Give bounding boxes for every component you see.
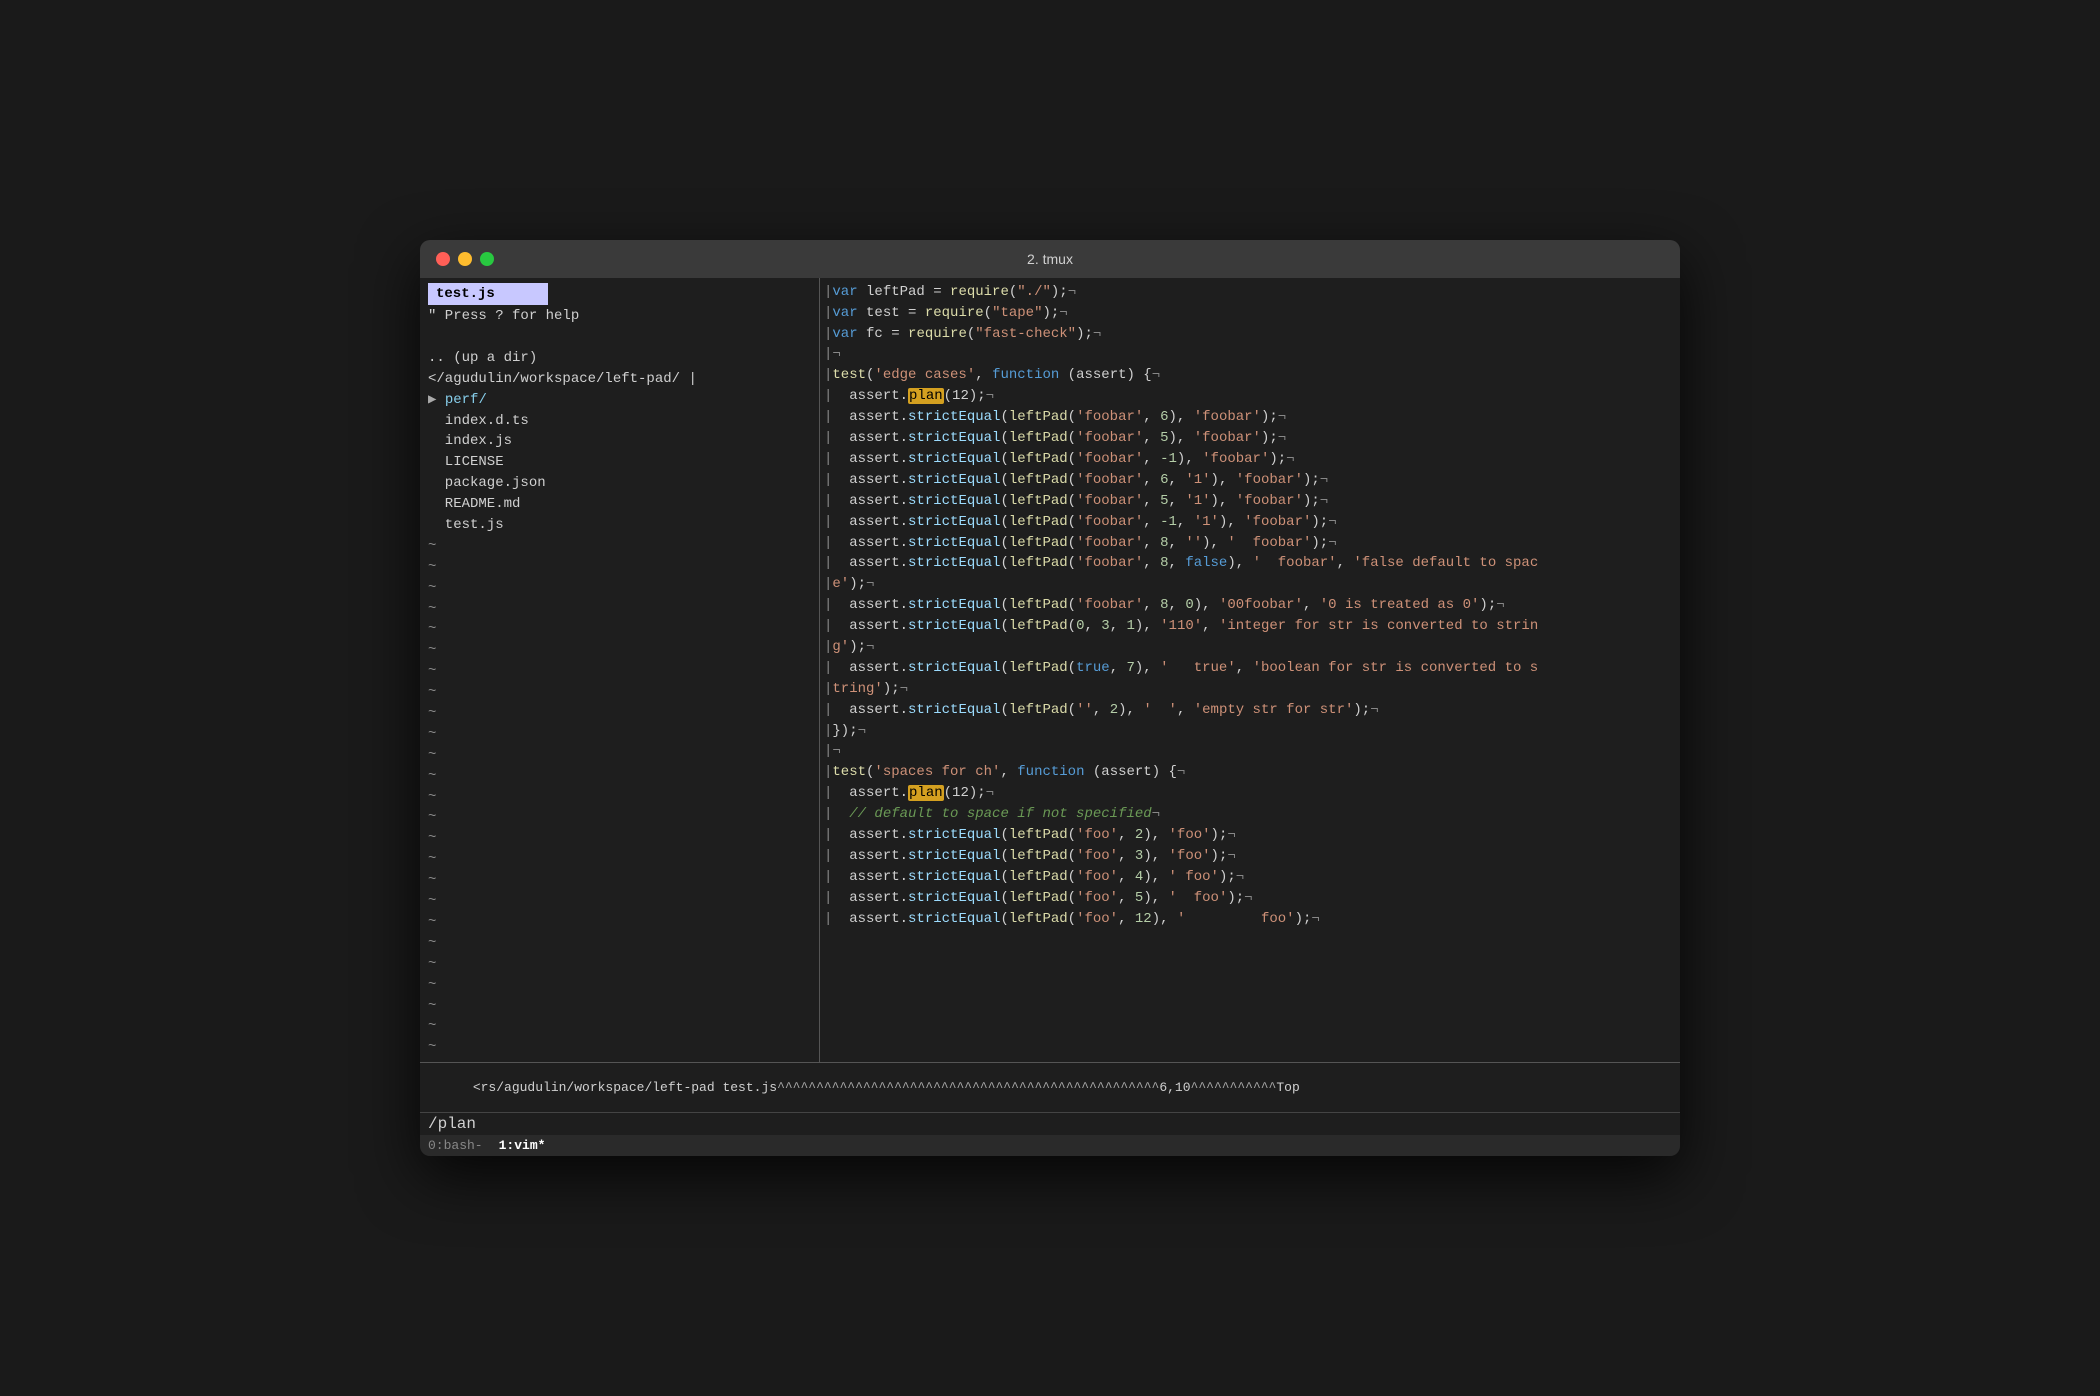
- code-line-1: |var leftPad = require("./");¬: [820, 282, 1680, 303]
- terminal-body: test.js " Press ? for help .. (up a dir)…: [420, 278, 1680, 1062]
- code-line-20: |¬: [820, 741, 1680, 762]
- tilde-25: ~: [420, 1037, 819, 1058]
- code-line-10: | assert.strictEqual(leftPad('foobar', 6…: [820, 470, 1680, 491]
- code-line-21: |test('spaces for ch', function (assert)…: [820, 762, 1680, 783]
- code-line-17b: |tring');¬: [820, 679, 1680, 700]
- tilde-6: ~: [420, 640, 819, 661]
- help-line: " Press ? for help: [420, 306, 819, 327]
- code-line-14: | assert.strictEqual(leftPad('foobar', 8…: [820, 553, 1680, 574]
- window-title: 2. tmux: [1027, 251, 1073, 267]
- tab-bash[interactable]: 0:bash-: [428, 1138, 483, 1153]
- code-line-25: | assert.strictEqual(leftPad('foo', 3), …: [820, 846, 1680, 867]
- status-bar: <rs/agudulin/workspace/left-pad test.js^…: [420, 1062, 1680, 1112]
- code-line-16: | assert.strictEqual(leftPad(0, 3, 1), '…: [820, 616, 1680, 637]
- close-button[interactable]: [436, 252, 450, 266]
- tilde-19: ~: [420, 912, 819, 933]
- code-line-15: | assert.strictEqual(leftPad('foobar', 8…: [820, 595, 1680, 616]
- current-dir: </agudulin/workspace/left-pad/ |: [420, 369, 819, 390]
- left-pane-header: test.js: [428, 283, 548, 305]
- tilde-20: ~: [420, 933, 819, 954]
- code-line-8: | assert.strictEqual(leftPad('foobar', 5…: [820, 428, 1680, 449]
- file-readme[interactable]: README.md: [420, 494, 819, 515]
- code-line-23: | // default to space if not specified¬: [820, 804, 1680, 825]
- code-line-28: | assert.strictEqual(leftPad('foo', 12),…: [820, 909, 1680, 930]
- dir-perf[interactable]: ▶ perf/: [420, 390, 819, 411]
- command-line[interactable]: /plan: [428, 1115, 476, 1133]
- file-index-dts[interactable]: index.d.ts: [420, 411, 819, 432]
- tab-vim[interactable]: 1:vim*: [499, 1138, 546, 1153]
- code-line-26: | assert.strictEqual(leftPad('foo', 4), …: [820, 867, 1680, 888]
- tilde-18: ~: [420, 891, 819, 912]
- traffic-lights: [436, 252, 494, 266]
- tilde-10: ~: [420, 724, 819, 745]
- tilde-14: ~: [420, 807, 819, 828]
- tilde-5: ~: [420, 619, 819, 640]
- tilde-13: ~: [420, 787, 819, 808]
- file-test-js[interactable]: test.js: [420, 515, 819, 536]
- code-line-27: | assert.strictEqual(leftPad('foo', 5), …: [820, 888, 1680, 909]
- tilde-22: ~: [420, 975, 819, 996]
- parent-dir[interactable]: .. (up a dir): [420, 348, 819, 369]
- tilde-21: ~: [420, 954, 819, 975]
- code-line-9: | assert.strictEqual(leftPad('foobar', -…: [820, 449, 1680, 470]
- tilde-15: ~: [420, 828, 819, 849]
- tilde-24: ~: [420, 1016, 819, 1037]
- tilde-3: ~: [420, 578, 819, 599]
- file-index-js[interactable]: index.js: [420, 431, 819, 452]
- file-license[interactable]: LICENSE: [420, 452, 819, 473]
- code-line-17: | assert.strictEqual(leftPad(true, 7), '…: [820, 658, 1680, 679]
- tilde-1: ~: [420, 536, 819, 557]
- code-line-4: |¬: [820, 344, 1680, 365]
- file-package-json[interactable]: package.json: [420, 473, 819, 494]
- empty-line-1: [420, 327, 819, 348]
- tilde-17: ~: [420, 870, 819, 891]
- code-line-5: |test('edge cases', function (assert) {¬: [820, 365, 1680, 386]
- code-line-24: | assert.strictEqual(leftPad('foo', 2), …: [820, 825, 1680, 846]
- fullscreen-button[interactable]: [480, 252, 494, 266]
- code-line-18: | assert.strictEqual(leftPad('', 2), ' '…: [820, 700, 1680, 721]
- code-line-16b: |g');¬: [820, 637, 1680, 658]
- tilde-2: ~: [420, 557, 819, 578]
- tilde-9: ~: [420, 703, 819, 724]
- status-bar-text: <rs/agudulin/workspace/left-pad test.js^…: [473, 1080, 1300, 1095]
- code-line-6: | assert.plan(12);¬: [820, 386, 1680, 407]
- code-line-12: | assert.strictEqual(leftPad('foobar', -…: [820, 512, 1680, 533]
- code-line-14b: |e');¬: [820, 574, 1680, 595]
- left-pane: test.js " Press ? for help .. (up a dir)…: [420, 278, 820, 1062]
- tilde-7: ~: [420, 661, 819, 682]
- tmux-tab-bar: 0:bash- 1:vim*: [420, 1135, 1680, 1156]
- code-line-13: | assert.strictEqual(leftPad('foobar', 8…: [820, 533, 1680, 554]
- code-line-19: |});¬: [820, 721, 1680, 742]
- code-line-3: |var fc = require("fast-check");¬: [820, 324, 1680, 345]
- tilde-4: ~: [420, 599, 819, 620]
- minimize-button[interactable]: [458, 252, 472, 266]
- tilde-16: ~: [420, 849, 819, 870]
- code-line-11: | assert.strictEqual(leftPad('foobar', 5…: [820, 491, 1680, 512]
- tilde-12: ~: [420, 766, 819, 787]
- titlebar: 2. tmux: [420, 240, 1680, 278]
- tilde-8: ~: [420, 682, 819, 703]
- terminal-window: 2. tmux test.js " Press ? for help .. (u…: [420, 240, 1680, 1156]
- code-line-22: | assert.plan(12);¬: [820, 783, 1680, 804]
- code-line-2: |var test = require("tape");¬: [820, 303, 1680, 324]
- tilde-11: ~: [420, 745, 819, 766]
- tilde-23: ~: [420, 996, 819, 1017]
- right-pane: |var leftPad = require("./");¬ |var test…: [820, 278, 1680, 1062]
- code-line-7: | assert.strictEqual(leftPad('foobar', 6…: [820, 407, 1680, 428]
